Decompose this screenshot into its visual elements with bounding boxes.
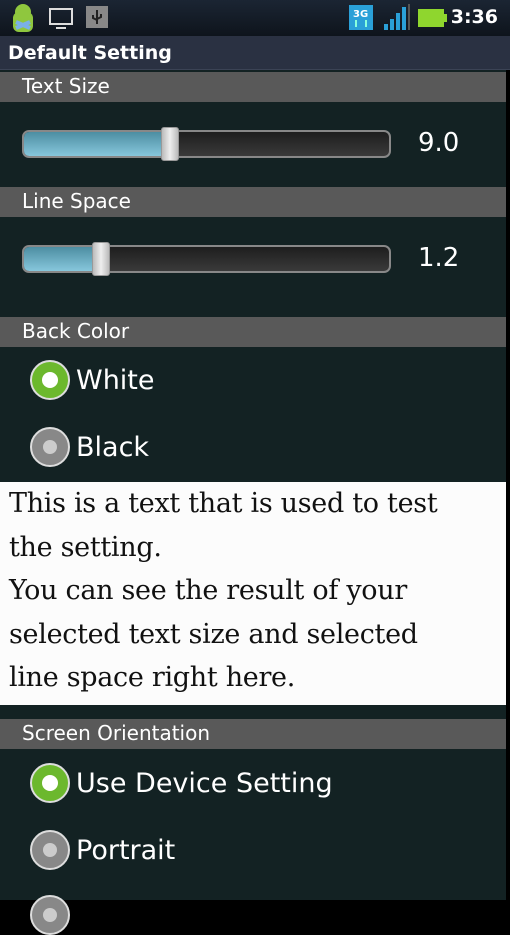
svg-text:3G: 3G — [353, 9, 368, 20]
android-notification-icon — [13, 4, 33, 32]
radio-label: Portrait — [76, 834, 176, 866]
right-edge — [506, 70, 510, 900]
back-color-header: Back Color — [0, 317, 506, 347]
slider-thumb[interactable] — [91, 242, 110, 276]
usb-icon — [86, 6, 108, 28]
clock: 3:36 — [450, 6, 498, 28]
text-size-value: 9.0 — [418, 128, 460, 158]
line-space-value: 1.2 — [418, 243, 460, 273]
screen-orientation-header: Screen Orientation — [0, 719, 506, 749]
text-size-header: Text Size — [0, 72, 506, 102]
preview-line: the setting. — [9, 531, 162, 563]
preview-line: You can see the result of your — [9, 575, 407, 606]
radio-unchecked-icon — [30, 830, 70, 870]
radio-partial[interactable] — [30, 895, 76, 935]
radio-label: Use Device Setting — [76, 767, 333, 799]
radio-checked-icon — [30, 763, 70, 803]
radio-white[interactable]: White — [30, 360, 155, 400]
3g-icon: 3G — [349, 5, 373, 30]
text-size-slider[interactable] — [22, 127, 391, 161]
radio-portrait[interactable]: Portrait — [30, 830, 175, 870]
preview-line: line space right here. — [9, 662, 296, 693]
battery-icon — [418, 9, 447, 27]
preview-text: This is a text that is used to test the … — [0, 482, 506, 705]
signal-icon — [384, 4, 410, 30]
line-space-slider[interactable] — [22, 242, 391, 276]
page-title: Default Setting — [0, 36, 510, 70]
radio-unchecked-icon — [30, 427, 70, 467]
preview-line: selected text size and selected — [9, 618, 418, 650]
slider-fill — [24, 132, 170, 156]
preview-line: This is a text that is used to test — [9, 488, 438, 519]
line-space-header: Line Space — [0, 187, 506, 217]
radio-label: Black — [76, 431, 150, 463]
status-bar: 3G 3:36 — [0, 0, 510, 36]
radio-use-device-setting[interactable]: Use Device Setting — [30, 763, 333, 803]
radio-label: White — [76, 364, 155, 396]
slider-thumb[interactable] — [161, 127, 179, 161]
monitor-icon — [49, 8, 73, 29]
radio-checked-icon — [30, 360, 70, 400]
slider-fill — [24, 247, 101, 271]
settings-content: Text Size 9.0 Line Space 1.2 Back Color … — [0, 70, 506, 935]
radio-black[interactable]: Black — [30, 427, 149, 467]
radio-unchecked-icon — [30, 895, 70, 935]
